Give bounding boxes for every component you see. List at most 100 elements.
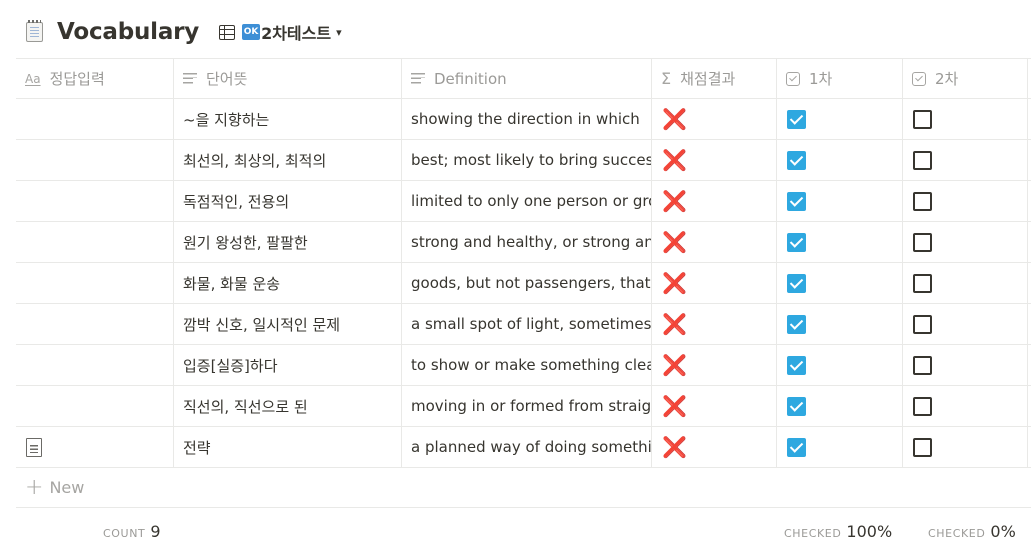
meaning-cell[interactable]: 원기 왕성한, 팔팔한 <box>174 222 402 262</box>
cross-mark-icon: ❌ <box>662 271 687 295</box>
result-cell[interactable]: ❌ <box>652 263 777 303</box>
checkbox-first[interactable] <box>787 109 806 129</box>
result-cell[interactable]: ❌ <box>652 427 777 467</box>
meaning-text: 입증[실증]하다 <box>183 356 278 375</box>
second-check-cell[interactable] <box>903 140 1028 180</box>
answer-cell[interactable] <box>16 140 174 180</box>
first-check-cell[interactable] <box>777 222 903 262</box>
column-header-answer[interactable]: Aa 정답입력 <box>16 59 174 98</box>
table-row[interactable]: 독점적인, 전용의 limited to only one person or g… <box>16 181 1031 222</box>
column-header-second[interactable]: 2차 <box>903 59 1028 98</box>
answer-cell[interactable] <box>16 222 174 262</box>
definition-cell[interactable]: a planned way of doing something <box>402 427 652 467</box>
meaning-cell[interactable]: 전략 <box>174 427 402 467</box>
checkbox-second[interactable] <box>913 109 932 129</box>
answer-cell[interactable] <box>16 99 174 139</box>
column-label: Definition <box>434 69 507 88</box>
checkbox-second[interactable] <box>913 355 932 375</box>
checkbox-first[interactable] <box>787 355 806 375</box>
result-cell[interactable]: ❌ <box>652 181 777 221</box>
answer-cell[interactable] <box>16 427 174 467</box>
answer-cell[interactable] <box>16 181 174 221</box>
first-check-cell[interactable] <box>777 345 903 385</box>
column-header-definition[interactable]: Definition <box>402 59 652 98</box>
page-title[interactable]: Vocabulary <box>57 19 199 45</box>
notebook-icon[interactable] <box>24 20 46 43</box>
column-header-meaning[interactable]: 단어뜻 <box>174 59 402 98</box>
checkbox-first[interactable] <box>787 191 806 211</box>
checked-label: CHECKED <box>784 527 842 540</box>
meaning-text: 전략 <box>183 438 211 457</box>
definition-cell[interactable]: best; most likely to bring success <box>402 140 652 180</box>
footer-count[interactable]: COUNT 9 <box>103 522 161 541</box>
result-cell[interactable]: ❌ <box>652 140 777 180</box>
second-check-cell[interactable] <box>903 99 1028 139</box>
answer-cell[interactable] <box>16 386 174 426</box>
table-row[interactable]: ~을 지향하는 showing the direction in which ❌ <box>16 99 1031 140</box>
checkbox-first[interactable] <box>787 232 806 252</box>
second-check-cell[interactable] <box>903 304 1028 344</box>
checkbox-first[interactable] <box>787 273 806 293</box>
second-check-cell[interactable] <box>903 386 1028 426</box>
checkbox-second[interactable] <box>913 232 932 252</box>
table-row[interactable]: 원기 왕성한, 팔팔한 strong and healthy, or strong… <box>16 222 1031 263</box>
checkbox-first[interactable] <box>787 437 806 457</box>
first-check-cell[interactable] <box>777 181 903 221</box>
definition-cell[interactable]: showing the direction in which <box>402 99 652 139</box>
result-cell[interactable]: ❌ <box>652 222 777 262</box>
meaning-cell[interactable]: 입증[실증]하다 <box>174 345 402 385</box>
definition-cell[interactable]: to show or make something clear <box>402 345 652 385</box>
first-check-cell[interactable] <box>777 263 903 303</box>
table-row[interactable]: 최선의, 최상의, 최적의 best; most likely to bring … <box>16 140 1031 181</box>
checkbox-second[interactable] <box>913 396 932 416</box>
answer-cell[interactable] <box>16 263 174 303</box>
second-check-cell[interactable] <box>903 345 1028 385</box>
definition-cell[interactable]: a small spot of light, sometimes <box>402 304 652 344</box>
answer-cell[interactable] <box>16 345 174 385</box>
second-check-cell[interactable] <box>903 263 1028 303</box>
result-cell[interactable]: ❌ <box>652 99 777 139</box>
table-row[interactable]: 입증[실증]하다 to show or make something clear ❌ <box>16 345 1031 386</box>
table-row[interactable]: 화물, 화물 운송 goods, but not passengers, that… <box>16 263 1031 304</box>
first-check-cell[interactable] <box>777 386 903 426</box>
footer-checked-second[interactable]: CHECKED 0% <box>928 522 1016 541</box>
definition-cell[interactable]: goods, but not passengers, that <box>402 263 652 303</box>
footer-checked-first[interactable]: CHECKED 100% <box>784 522 892 541</box>
view-switcher[interactable]: OK 2차테스트 ▾ <box>215 18 346 46</box>
table-row[interactable]: 깜박 신호, 일시적인 문제 a small spot of light, som… <box>16 304 1031 345</box>
second-check-cell[interactable] <box>903 181 1028 221</box>
first-check-cell[interactable] <box>777 140 903 180</box>
first-check-cell[interactable] <box>777 304 903 344</box>
meaning-cell[interactable]: 화물, 화물 운송 <box>174 263 402 303</box>
meaning-cell[interactable]: ~을 지향하는 <box>174 99 402 139</box>
checkbox-first[interactable] <box>787 314 806 334</box>
meaning-cell[interactable]: 깜박 신호, 일시적인 문제 <box>174 304 402 344</box>
checkbox-first[interactable] <box>787 150 806 170</box>
meaning-cell[interactable]: 직선의, 직선으로 된 <box>174 386 402 426</box>
definition-cell[interactable]: limited to only one person or group <box>402 181 652 221</box>
page-document-icon[interactable] <box>26 437 42 457</box>
first-check-cell[interactable] <box>777 427 903 467</box>
checkbox-first[interactable] <box>787 396 806 416</box>
meaning-cell[interactable]: 최선의, 최상의, 최적의 <box>174 140 402 180</box>
meaning-cell[interactable]: 독점적인, 전용의 <box>174 181 402 221</box>
column-header-result[interactable]: Σ 채점결과 <box>652 59 777 98</box>
result-cell[interactable]: ❌ <box>652 345 777 385</box>
second-check-cell[interactable] <box>903 427 1028 467</box>
table-row[interactable]: 직선의, 직선으로 된 moving in or formed from stra… <box>16 386 1031 427</box>
checkbox-second[interactable] <box>913 273 932 293</box>
result-cell[interactable]: ❌ <box>652 304 777 344</box>
column-header-first[interactable]: 1차 <box>777 59 903 98</box>
result-cell[interactable]: ❌ <box>652 386 777 426</box>
checkbox-second[interactable] <box>913 191 932 211</box>
definition-cell[interactable]: strong and healthy, or strong and <box>402 222 652 262</box>
second-check-cell[interactable] <box>903 222 1028 262</box>
checkbox-second[interactable] <box>913 314 932 334</box>
checkbox-second[interactable] <box>913 150 932 170</box>
new-row-button[interactable]: + New <box>16 468 1031 508</box>
answer-cell[interactable] <box>16 304 174 344</box>
checkbox-second[interactable] <box>913 437 932 457</box>
first-check-cell[interactable] <box>777 99 903 139</box>
definition-cell[interactable]: moving in or formed from straight <box>402 386 652 426</box>
table-row[interactable]: 전략 a planned way of doing something ❌ <box>16 427 1031 468</box>
